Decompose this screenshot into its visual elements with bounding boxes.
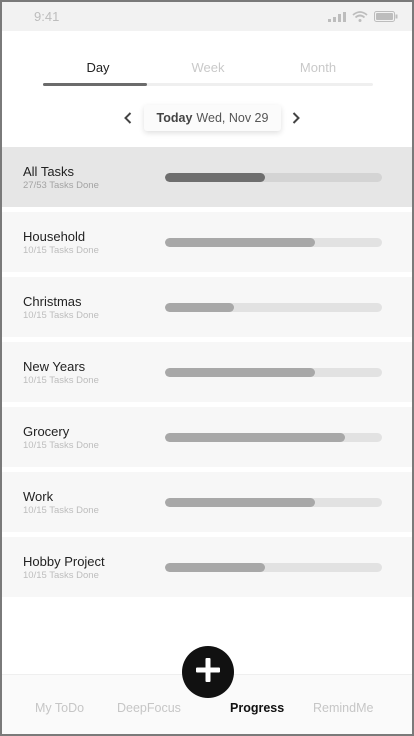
progress-bar-fill (165, 563, 265, 572)
progress-bar (165, 238, 382, 247)
progress-bar (165, 498, 382, 507)
date-display[interactable]: Today Wed, Nov 29 (144, 105, 281, 131)
status-time: 9:41 (34, 9, 60, 24)
nav-deepfocus[interactable]: DeepFocus (117, 701, 181, 715)
task-group-name: All Tasks (23, 164, 75, 179)
task-group-row[interactable]: All Tasks 27/53 Tasks Done (2, 147, 412, 207)
progress-bar-fill (165, 433, 346, 442)
task-group-name: Christmas (23, 294, 82, 309)
task-group-status: 10/15 Tasks Done (23, 245, 99, 256)
progress-bar-fill (165, 303, 235, 312)
chevron-right-icon[interactable] (289, 110, 303, 126)
task-group-status: 10/15 Tasks Done (23, 505, 99, 516)
nav-progress[interactable]: Progress (230, 701, 284, 715)
task-group-row[interactable]: Hobby Project 10/15 Tasks Done (2, 537, 412, 597)
task-group-name: Hobby Project (23, 554, 105, 569)
battery-icon (374, 11, 398, 22)
progress-bar (165, 433, 382, 442)
wifi-icon (352, 11, 368, 22)
task-group-row[interactable]: Work 10/15 Tasks Done (2, 472, 412, 532)
tab-month[interactable]: Month (263, 60, 373, 75)
today-label: Today (156, 111, 193, 125)
task-group-name: New Years (23, 359, 86, 374)
tab-day[interactable]: Day (43, 60, 153, 75)
status-icons (328, 11, 398, 22)
tab-week[interactable]: Week (153, 60, 263, 75)
task-group-row[interactable]: New Years 10/15 Tasks Done (2, 342, 412, 402)
task-group-name: Work (23, 489, 54, 504)
progress-bar-fill (165, 238, 315, 247)
tab-active-indicator (43, 83, 147, 86)
task-group-status: 10/15 Tasks Done (23, 440, 99, 451)
progress-bar-fill (165, 498, 315, 507)
period-tabs: Day Week Month (43, 56, 373, 90)
progress-bar (165, 563, 382, 572)
chevron-left-icon[interactable] (121, 110, 135, 126)
plus-icon (194, 656, 222, 689)
nav-remindme[interactable]: RemindMe (313, 701, 373, 715)
task-group-row[interactable]: Christmas 10/15 Tasks Done (2, 277, 412, 337)
task-group-name: Grocery (23, 424, 70, 439)
current-date: Wed, Nov 29 (196, 111, 269, 125)
task-group-status: 10/15 Tasks Done (23, 570, 99, 581)
phone-screen: 9:41 Day Week Month Today Wed, Nov 29 Al… (0, 0, 414, 736)
progress-bar-fill (165, 368, 315, 377)
signal-icon (328, 11, 346, 22)
task-group-row[interactable]: Household 10/15 Tasks Done (2, 212, 412, 272)
task-group-status: 10/15 Tasks Done (23, 310, 99, 321)
task-group-status: 27/53 Tasks Done (23, 180, 99, 191)
nav-my-todo[interactable]: My ToDo (35, 701, 84, 715)
progress-bar (165, 173, 382, 182)
date-navigator: Today Wed, Nov 29 (2, 102, 412, 134)
status-bar: 9:41 (2, 2, 412, 31)
task-group-status: 10/15 Tasks Done (23, 375, 99, 386)
task-group-row[interactable]: Grocery 10/15 Tasks Done (2, 407, 412, 467)
progress-bar-fill (165, 173, 265, 182)
task-group-list: All Tasks 27/53 Tasks Done Household 10/15 … (2, 147, 412, 602)
progress-bar (165, 303, 382, 312)
task-group-name: Household (23, 229, 86, 244)
progress-bar (165, 368, 382, 377)
add-task-button[interactable] (182, 646, 234, 698)
